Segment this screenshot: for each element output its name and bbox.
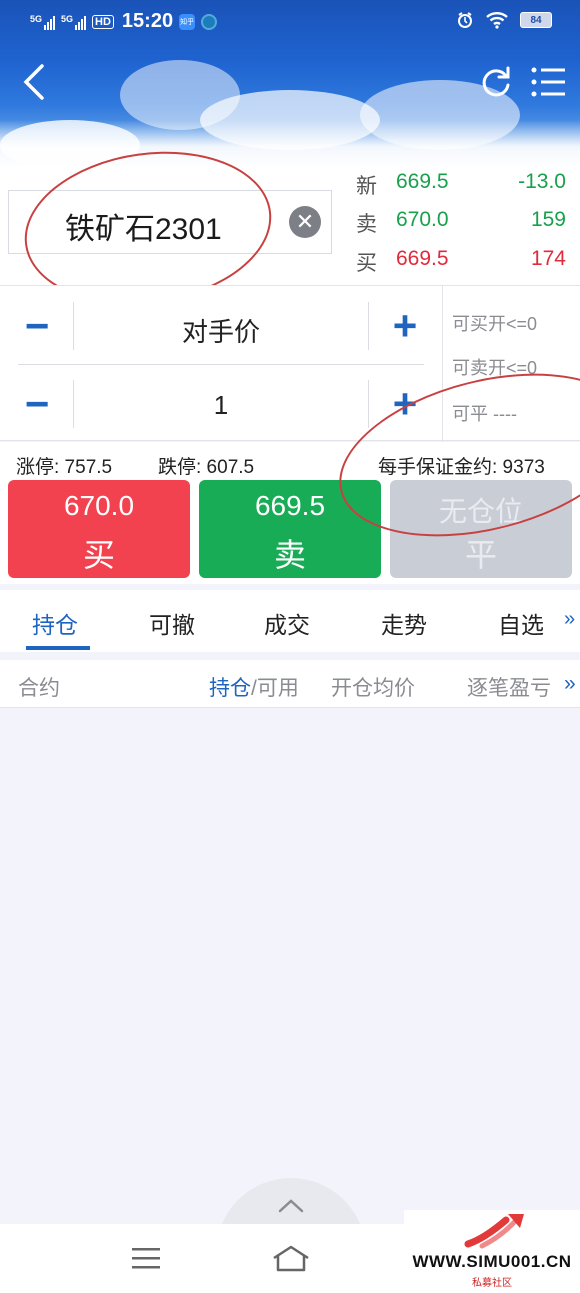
limit-up: 涨停: 757.5 bbox=[16, 457, 113, 478]
price-type-field[interactable]: 对手价 bbox=[75, 312, 367, 349]
zhihu-app-icon: 知乎 bbox=[179, 13, 196, 30]
positions-table-header: 合约 持仓/可用 开仓均价 逐笔盈亏 » bbox=[0, 660, 580, 708]
limit-down: 跌停: 607.5 bbox=[158, 457, 255, 478]
back-arrow-icon[interactable] bbox=[14, 60, 54, 104]
signal-icon: 5G bbox=[30, 14, 56, 30]
price-plus-button[interactable]: + bbox=[385, 305, 425, 347]
recent-apps-icon[interactable] bbox=[130, 1245, 162, 1271]
hd-badge: HD bbox=[92, 14, 114, 29]
tab-bar: 持仓 可撤 成交 走势 自选 » bbox=[0, 590, 580, 652]
tab-trades[interactable]: 成交 bbox=[264, 606, 310, 640]
quantity-field[interactable]: 1 bbox=[75, 390, 367, 421]
tab-cancellable[interactable]: 可撤 bbox=[149, 606, 195, 640]
qty-minus-button[interactable]: − bbox=[17, 383, 57, 425]
watermark: WWW.SIMU001.CN 私募社区 bbox=[404, 1210, 580, 1290]
tab-watchlist[interactable]: 自选 bbox=[498, 606, 544, 640]
col-pnl: 逐笔盈亏 bbox=[467, 677, 551, 700]
header-banner: 5G 5G HD 15:20 知乎 84 bbox=[0, 0, 580, 175]
active-tab-indicator bbox=[26, 646, 90, 650]
alarm-icon bbox=[458, 12, 472, 28]
col-position[interactable]: 持仓/可用 bbox=[209, 672, 299, 702]
buy-button[interactable]: 670.0 买 bbox=[8, 480, 190, 578]
app-notification-icon bbox=[201, 13, 218, 30]
tab-trend[interactable]: 走势 bbox=[381, 606, 427, 640]
price-minus-button[interactable]: − bbox=[17, 305, 57, 347]
col-avg-open: 开仓均价 bbox=[331, 677, 415, 700]
signal-icon-2: 5G bbox=[61, 14, 87, 30]
watermark-sub: 私募社区 bbox=[472, 1278, 512, 1289]
wifi-icon bbox=[486, 12, 508, 29]
tabs-more-icon[interactable]: » bbox=[564, 608, 575, 631]
chevron-up-icon[interactable] bbox=[276, 1196, 306, 1216]
quote-row-ask: 卖 670.0 159 bbox=[356, 208, 566, 236]
refresh-icon[interactable] bbox=[476, 62, 516, 102]
quote-row-last: 新 669.5 -13.0 bbox=[356, 170, 566, 198]
quote-row-bid: 买 669.5 174 bbox=[356, 247, 566, 275]
status-time: 15:20 bbox=[121, 10, 174, 32]
status-bar: 5G 5G HD 15:20 知乎 84 bbox=[0, 0, 580, 44]
battery-indicator: 84 bbox=[520, 12, 552, 28]
can-buy-open: 可买开<=0 bbox=[452, 314, 538, 334]
clear-icon[interactable]: ✕ bbox=[289, 206, 321, 238]
home-icon[interactable] bbox=[270, 1244, 312, 1274]
tab-positions[interactable]: 持仓 bbox=[32, 606, 78, 640]
simu-logo-icon bbox=[464, 1214, 524, 1249]
columns-more-icon[interactable]: » bbox=[564, 672, 576, 696]
watermark-site: WWW.SIMU001.CN bbox=[412, 1252, 572, 1271]
col-contract: 合约 bbox=[18, 677, 60, 700]
menu-list-icon[interactable] bbox=[528, 64, 568, 100]
